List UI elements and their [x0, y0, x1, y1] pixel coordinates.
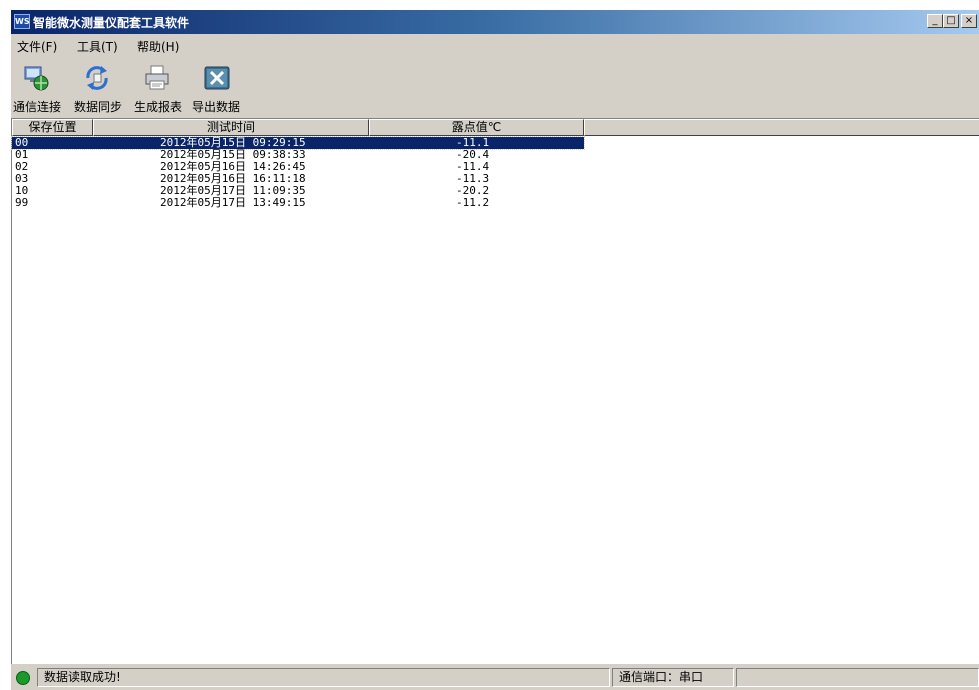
cell-time: 2012年05月17日 13:49:15: [160, 196, 306, 209]
report-button[interactable]: 生成报表: [128, 60, 188, 116]
cell-dewpoint: -11.2: [456, 196, 490, 209]
maximize-button[interactable]: □: [943, 14, 959, 28]
status-message: 数据读取成功!: [37, 668, 610, 687]
minimize-button[interactable]: _: [927, 14, 943, 28]
cell-position: 99: [15, 196, 29, 209]
connect-label: 通信连接: [12, 100, 61, 114]
close-button[interactable]: ×: [961, 14, 977, 28]
report-label: 生成报表: [133, 100, 182, 114]
status-port: 通信端口：串口: [612, 668, 734, 687]
status-bar: 数据读取成功! 通信端口：串口: [11, 666, 979, 690]
sync-label: 数据同步: [73, 100, 122, 114]
table-row[interactable]: 99 2012年05月17日 13:49:15 -11.2: [12, 197, 584, 209]
column-header-position[interactable]: 保存位置: [12, 119, 93, 136]
status-extra: [736, 668, 979, 687]
excel-export-icon: [204, 66, 230, 90]
menu-bar: 文件(F) 工具(T) 帮助(H): [11, 34, 979, 56]
network-connect-icon: [24, 66, 49, 91]
app-window: WS 智能微水测量仪配套工具软件 _ □ × 文件(F) 工具(T) 帮助(H)…: [11, 10, 979, 690]
sync-icon: [86, 66, 108, 90]
window-title: 智能微水测量仪配套工具软件: [33, 16, 190, 30]
column-header-empty[interactable]: [584, 119, 979, 136]
sync-button[interactable]: 数据同步: [68, 60, 128, 116]
export-button[interactable]: 导出数据: [188, 60, 244, 116]
app-logo-icon: WS: [14, 14, 30, 29]
printer-icon: [145, 65, 169, 90]
toolbar: 通信连接 数据同步 生成报表 导出数据: [11, 58, 979, 118]
connect-button[interactable]: 通信连接: [7, 60, 67, 116]
export-label: 导出数据: [191, 100, 240, 114]
column-header-dewpoint[interactable]: 露点值℃: [369, 119, 584, 136]
title-bar[interactable]: WS 智能微水测量仪配套工具软件 _ □ ×: [11, 10, 979, 34]
status-indicator-icon: [16, 671, 30, 685]
menu-help[interactable]: 帮助(H): [137, 38, 179, 55]
menu-file[interactable]: 文件(F): [17, 38, 57, 55]
column-header-time[interactable]: 测试时间: [93, 119, 369, 136]
data-list[interactable]: 保存位置 测试时间 露点值℃ 00 2012年05月15日 09:29:15 -…: [11, 118, 979, 664]
menu-tools[interactable]: 工具(T): [77, 38, 118, 55]
